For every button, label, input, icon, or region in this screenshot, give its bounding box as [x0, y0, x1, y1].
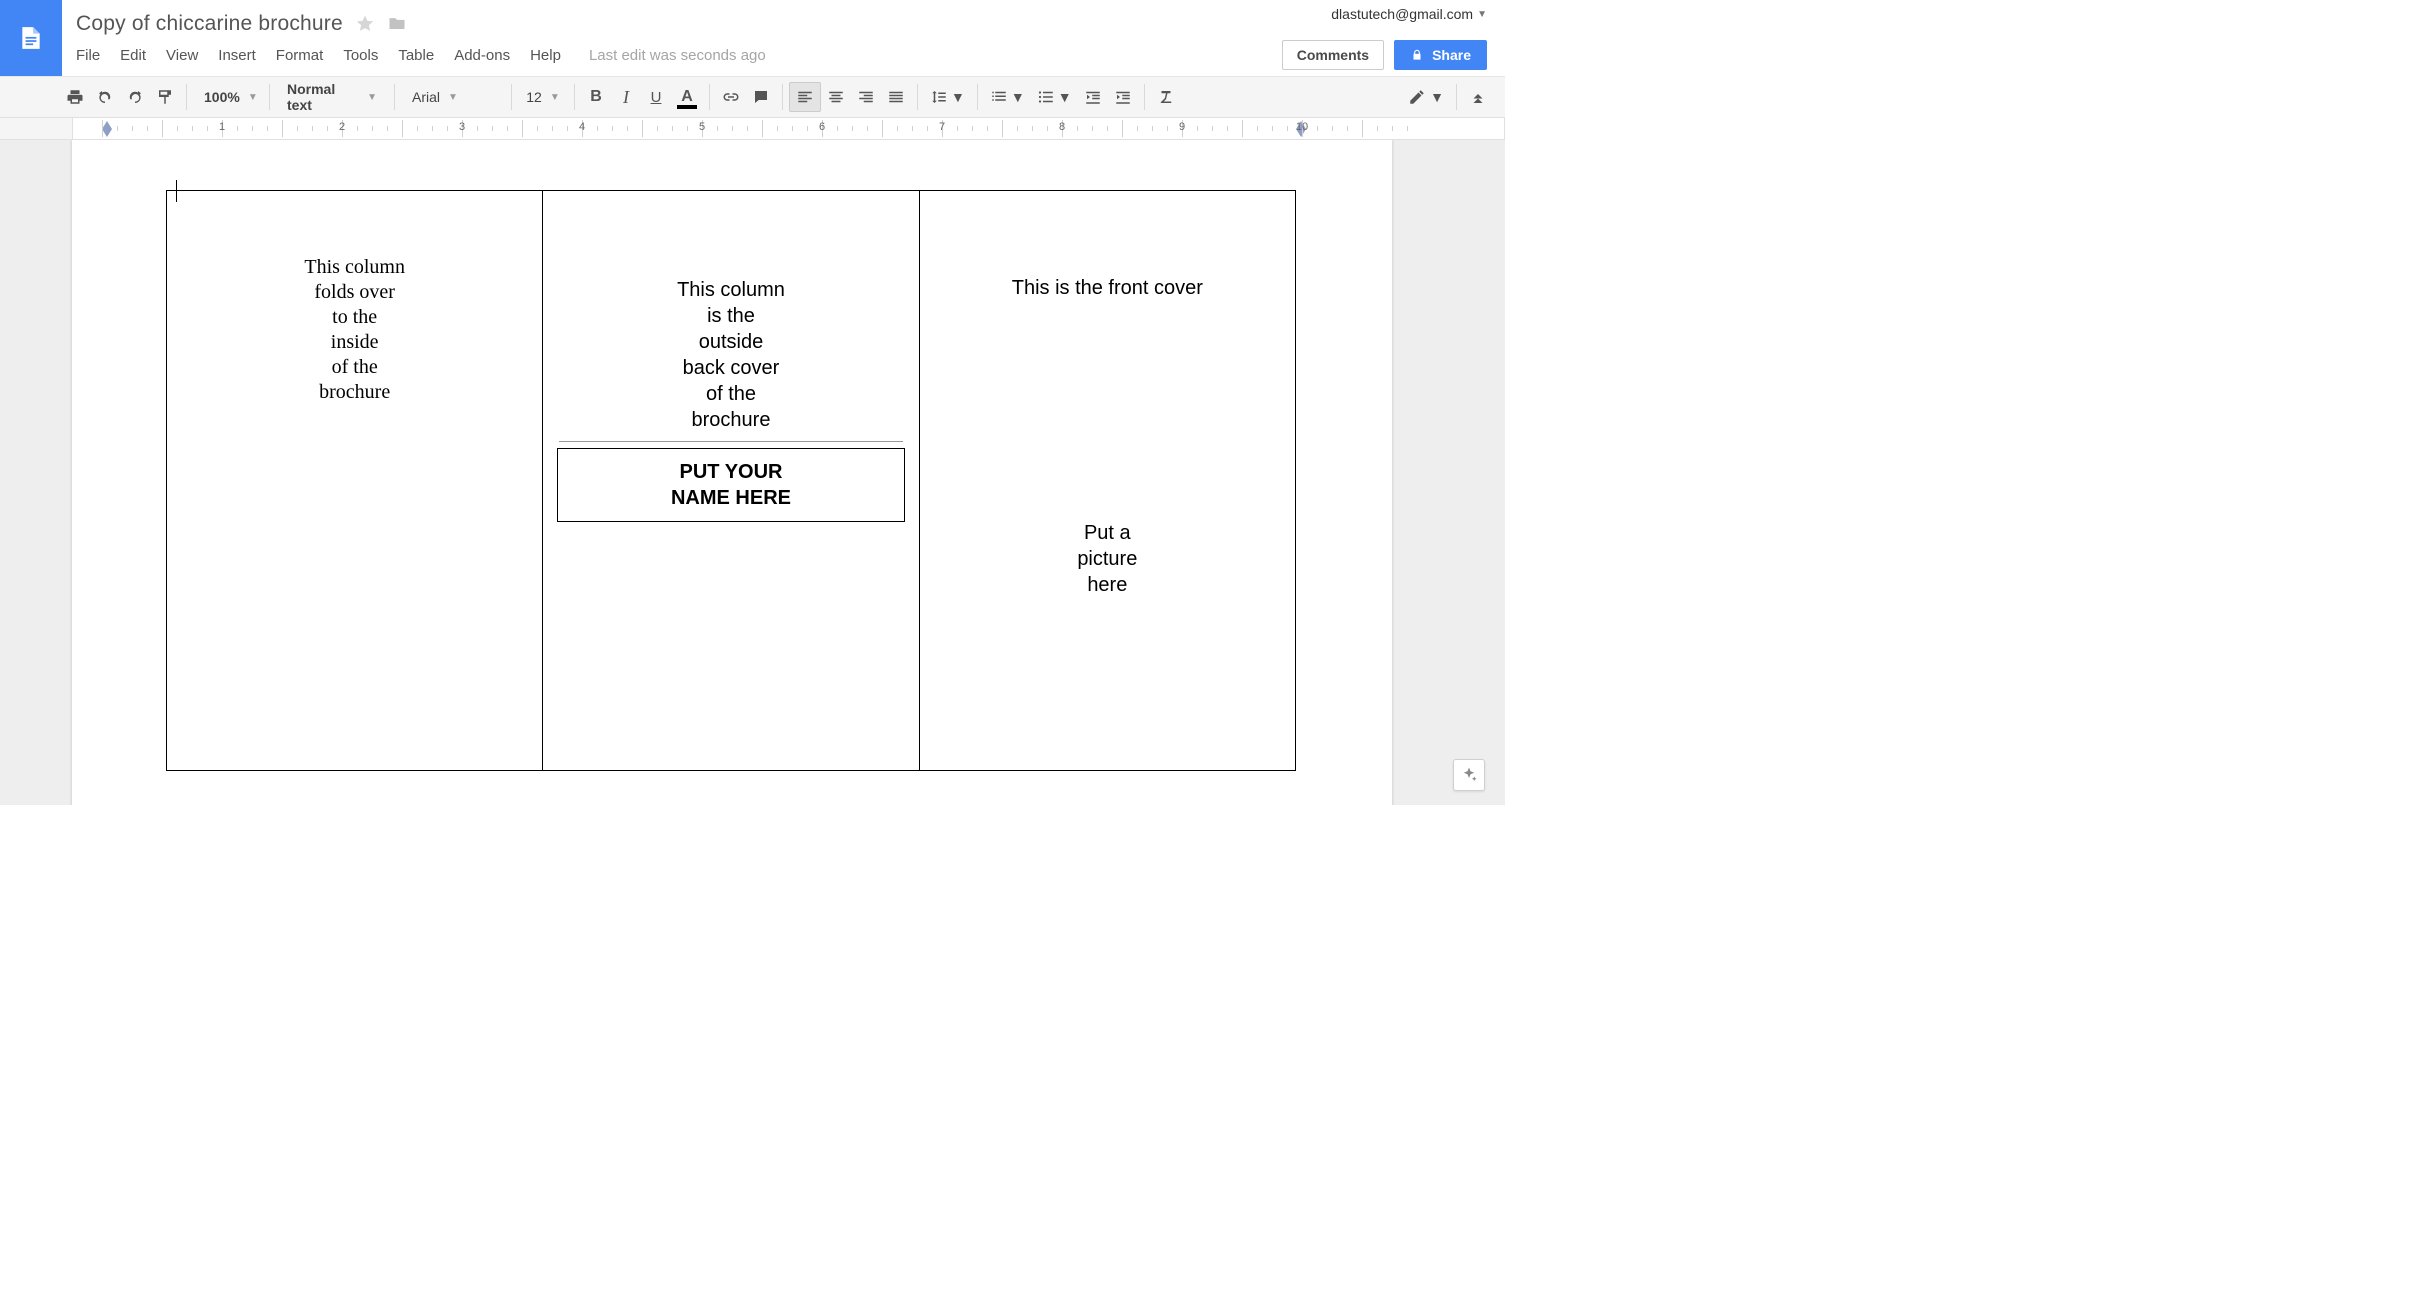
ruler-number: 1: [219, 121, 225, 133]
document-title[interactable]: Copy of chiccarine brochure: [76, 12, 343, 36]
col1-text[interactable]: This column folds over to the inside of …: [175, 255, 534, 405]
align-justify-button[interactable]: [881, 82, 911, 112]
docs-logo[interactable]: [0, 0, 62, 76]
menu-help[interactable]: Help: [530, 47, 561, 64]
editing-mode-button[interactable]: ▼: [1402, 82, 1450, 112]
last-edit-label: Last edit was seconds ago: [589, 47, 766, 64]
account-email: dlastutech@gmail.com: [1331, 6, 1473, 22]
text-color-button[interactable]: A: [671, 82, 703, 112]
front-cover-text[interactable]: This is the front cover: [928, 277, 1287, 300]
menubar: File Edit View Insert Format Tools Table…: [76, 41, 1282, 69]
align-center-button[interactable]: [821, 82, 851, 112]
ruler-number: 2: [339, 121, 345, 133]
menu-table[interactable]: Table: [398, 47, 434, 64]
numbered-list-button[interactable]: ▼: [984, 82, 1031, 112]
align-right-button[interactable]: [851, 82, 881, 112]
redo-button[interactable]: [120, 82, 150, 112]
brochure-col-1[interactable]: This column folds over to the inside of …: [167, 191, 543, 771]
folder-icon[interactable]: [387, 14, 407, 34]
menu-tools[interactable]: Tools: [343, 47, 378, 64]
undo-button[interactable]: [90, 82, 120, 112]
ruler-number: 7: [939, 121, 945, 133]
document-page[interactable]: This column folds over to the inside of …: [72, 140, 1392, 805]
menu-format[interactable]: Format: [276, 47, 324, 64]
paint-format-button[interactable]: [150, 82, 180, 112]
line-spacing-button[interactable]: ▼: [924, 82, 971, 112]
ruler-number: 3: [459, 121, 465, 133]
document-workspace[interactable]: This column folds over to the inside of …: [0, 140, 1505, 805]
text-cursor: [176, 180, 177, 202]
menu-addons[interactable]: Add-ons: [454, 47, 510, 64]
name-box[interactable]: PUT YOUR NAME HERE: [557, 448, 904, 522]
underline-button[interactable]: U: [641, 82, 671, 112]
caret-down-icon: ▼: [1477, 9, 1487, 20]
toolbar: 100%▼ Normal text▼ Arial▼ 12▼ B I U A ▼ …: [0, 76, 1505, 118]
star-icon[interactable]: [355, 14, 375, 34]
caret-down-icon: ▼: [550, 92, 560, 103]
comments-button[interactable]: Comments: [1282, 40, 1384, 70]
ruler-number: 4: [579, 121, 585, 133]
divider: [559, 441, 902, 442]
italic-button[interactable]: I: [611, 82, 641, 112]
print-button[interactable]: [60, 82, 90, 112]
font-size-dropdown[interactable]: 12▼: [518, 82, 568, 112]
brochure-col-2[interactable]: This column is the outside back cover of…: [543, 191, 919, 771]
menu-view[interactable]: View: [166, 47, 198, 64]
clear-formatting-button[interactable]: [1151, 82, 1181, 112]
explore-button[interactable]: [1453, 759, 1485, 791]
decrease-indent-button[interactable]: [1078, 82, 1108, 112]
account-button[interactable]: dlastutech@gmail.com ▼: [1331, 6, 1487, 22]
col2-text[interactable]: This column is the outside back cover of…: [551, 277, 910, 433]
align-left-button[interactable]: [789, 82, 821, 112]
bulleted-list-button[interactable]: ▼: [1031, 82, 1078, 112]
ruler-number: 10: [1296, 121, 1308, 133]
share-button[interactable]: Share: [1394, 40, 1487, 70]
lock-icon: [1410, 48, 1424, 62]
brochure-col-3[interactable]: This is the front cover Put a picture he…: [919, 191, 1295, 771]
insert-comment-button[interactable]: [746, 82, 776, 112]
menu-insert[interactable]: Insert: [218, 47, 256, 64]
brochure-table[interactable]: This column folds over to the inside of …: [166, 190, 1296, 771]
caret-down-icon: ▼: [448, 92, 458, 103]
menu-edit[interactable]: Edit: [120, 47, 146, 64]
collapse-toolbar-button[interactable]: [1463, 82, 1493, 112]
menu-file[interactable]: File: [76, 47, 100, 64]
caret-down-icon: ▼: [248, 92, 258, 103]
bold-button[interactable]: B: [581, 82, 611, 112]
ruler-number: 9: [1179, 121, 1185, 133]
ruler-number: 8: [1059, 121, 1065, 133]
titlebar: Copy of chiccarine brochure File Edit Vi…: [0, 0, 1505, 76]
ruler[interactable]: 1 2 3 4 5 6 7 8 9 10: [0, 118, 1505, 140]
paragraph-style-dropdown[interactable]: Normal text▼: [276, 82, 388, 112]
insert-link-button[interactable]: [716, 82, 746, 112]
increase-indent-button[interactable]: [1108, 82, 1138, 112]
docs-icon: [18, 22, 44, 54]
ruler-number: 6: [819, 121, 825, 133]
share-label: Share: [1432, 47, 1471, 63]
ruler-number: 5: [699, 121, 705, 133]
zoom-dropdown[interactable]: 100%▼: [193, 82, 263, 112]
ruler-indent-left[interactable]: [102, 121, 112, 129]
font-dropdown[interactable]: Arial▼: [401, 82, 505, 112]
caret-down-icon: ▼: [367, 92, 377, 103]
picture-placeholder-text[interactable]: Put a picture here: [928, 520, 1287, 598]
